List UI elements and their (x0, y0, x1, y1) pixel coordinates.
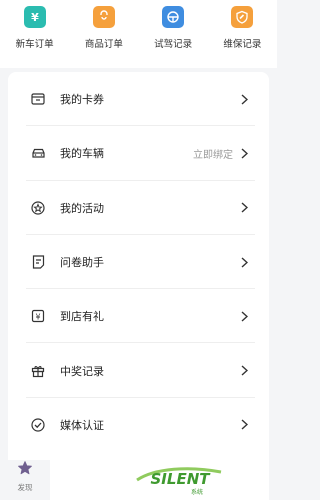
svg-text:系统: 系统 (191, 488, 203, 496)
menu-item-prize-records[interactable]: 中奖记录 (8, 343, 269, 399)
chevron-right-icon (239, 365, 249, 377)
questionnaire-icon (30, 254, 46, 270)
bind-now-link[interactable]: 立即绑定 (193, 146, 233, 161)
shortcut-label: 新车订单 (15, 39, 54, 50)
shortcut-label: 商品订单 (84, 39, 123, 50)
svg-text:¥: ¥ (35, 313, 40, 322)
discover-star-icon (17, 460, 33, 480)
menu-item-label: 我的卡券 (60, 93, 104, 107)
menu-item-media-certification[interactable]: 媒体认证 (8, 398, 269, 452)
menu-item-label: 到店有礼 (60, 310, 104, 324)
check-circle-icon (30, 417, 46, 433)
order-shortcuts-bar: ¥ 新车订单 商品订单 试驾记录 维保记录 (0, 0, 277, 68)
shortcut-new-car-orders[interactable]: ¥ 新车订单 (3, 0, 67, 50)
chevron-right-icon (239, 93, 249, 105)
chevron-right-icon (239, 256, 249, 268)
wrench-shield-icon (231, 6, 254, 28)
store-gift-icon: ¥ (30, 308, 46, 324)
car-icon (30, 145, 46, 161)
steering-wheel-icon (162, 6, 185, 28)
menu-item-my-activities[interactable]: 我的活动 (8, 181, 269, 236)
shortcut-maintenance-records[interactable]: 维保记录 (210, 0, 274, 50)
bottom-nav-label: 发现 (17, 483, 33, 492)
bottom-nav-discover[interactable]: 发现 (0, 460, 50, 500)
chevron-right-icon (239, 147, 249, 159)
svg-text:¥: ¥ (31, 11, 39, 24)
menu-item-label: 我的车辆 (60, 147, 104, 161)
menu-item-questionnaire[interactable]: 问卷助手 (8, 235, 269, 290)
shortcut-label: 维保记录 (223, 39, 262, 50)
menu-item-my-coupons[interactable]: 我的卡券 (8, 72, 269, 127)
ticket-icon (30, 91, 46, 107)
menu-item-store-gift[interactable]: ¥ 到店有礼 (8, 289, 269, 344)
menu-item-label: 媒体认证 (60, 418, 104, 432)
chevron-right-icon (239, 202, 249, 214)
chevron-right-icon (239, 310, 249, 322)
silent-watermark-logo: SILENT 系统 (135, 462, 225, 496)
service-menu-card: 我的卡券 我的车辆 立即绑定 我的活动 问卷助手 ¥ 到店有礼 中奖记录 媒体认… (8, 72, 269, 500)
chevron-right-icon (239, 419, 249, 431)
gift-icon (30, 363, 46, 379)
menu-item-label: 中奖记录 (60, 364, 104, 378)
star-circle-icon (30, 200, 46, 216)
shortcut-test-drive-records[interactable]: 试驾记录 (141, 0, 205, 50)
menu-item-label: 问卷助手 (60, 256, 104, 270)
yen-bag-icon: ¥ (23, 6, 46, 28)
shortcut-product-orders[interactable]: 商品订单 (72, 0, 136, 50)
menu-item-label: 我的活动 (60, 201, 104, 215)
svg-text:SILENT: SILENT (151, 470, 212, 488)
shortcut-label: 试驾记录 (154, 39, 193, 50)
shopping-bag-icon (92, 6, 115, 28)
menu-item-my-vehicles[interactable]: 我的车辆 立即绑定 (8, 126, 269, 181)
